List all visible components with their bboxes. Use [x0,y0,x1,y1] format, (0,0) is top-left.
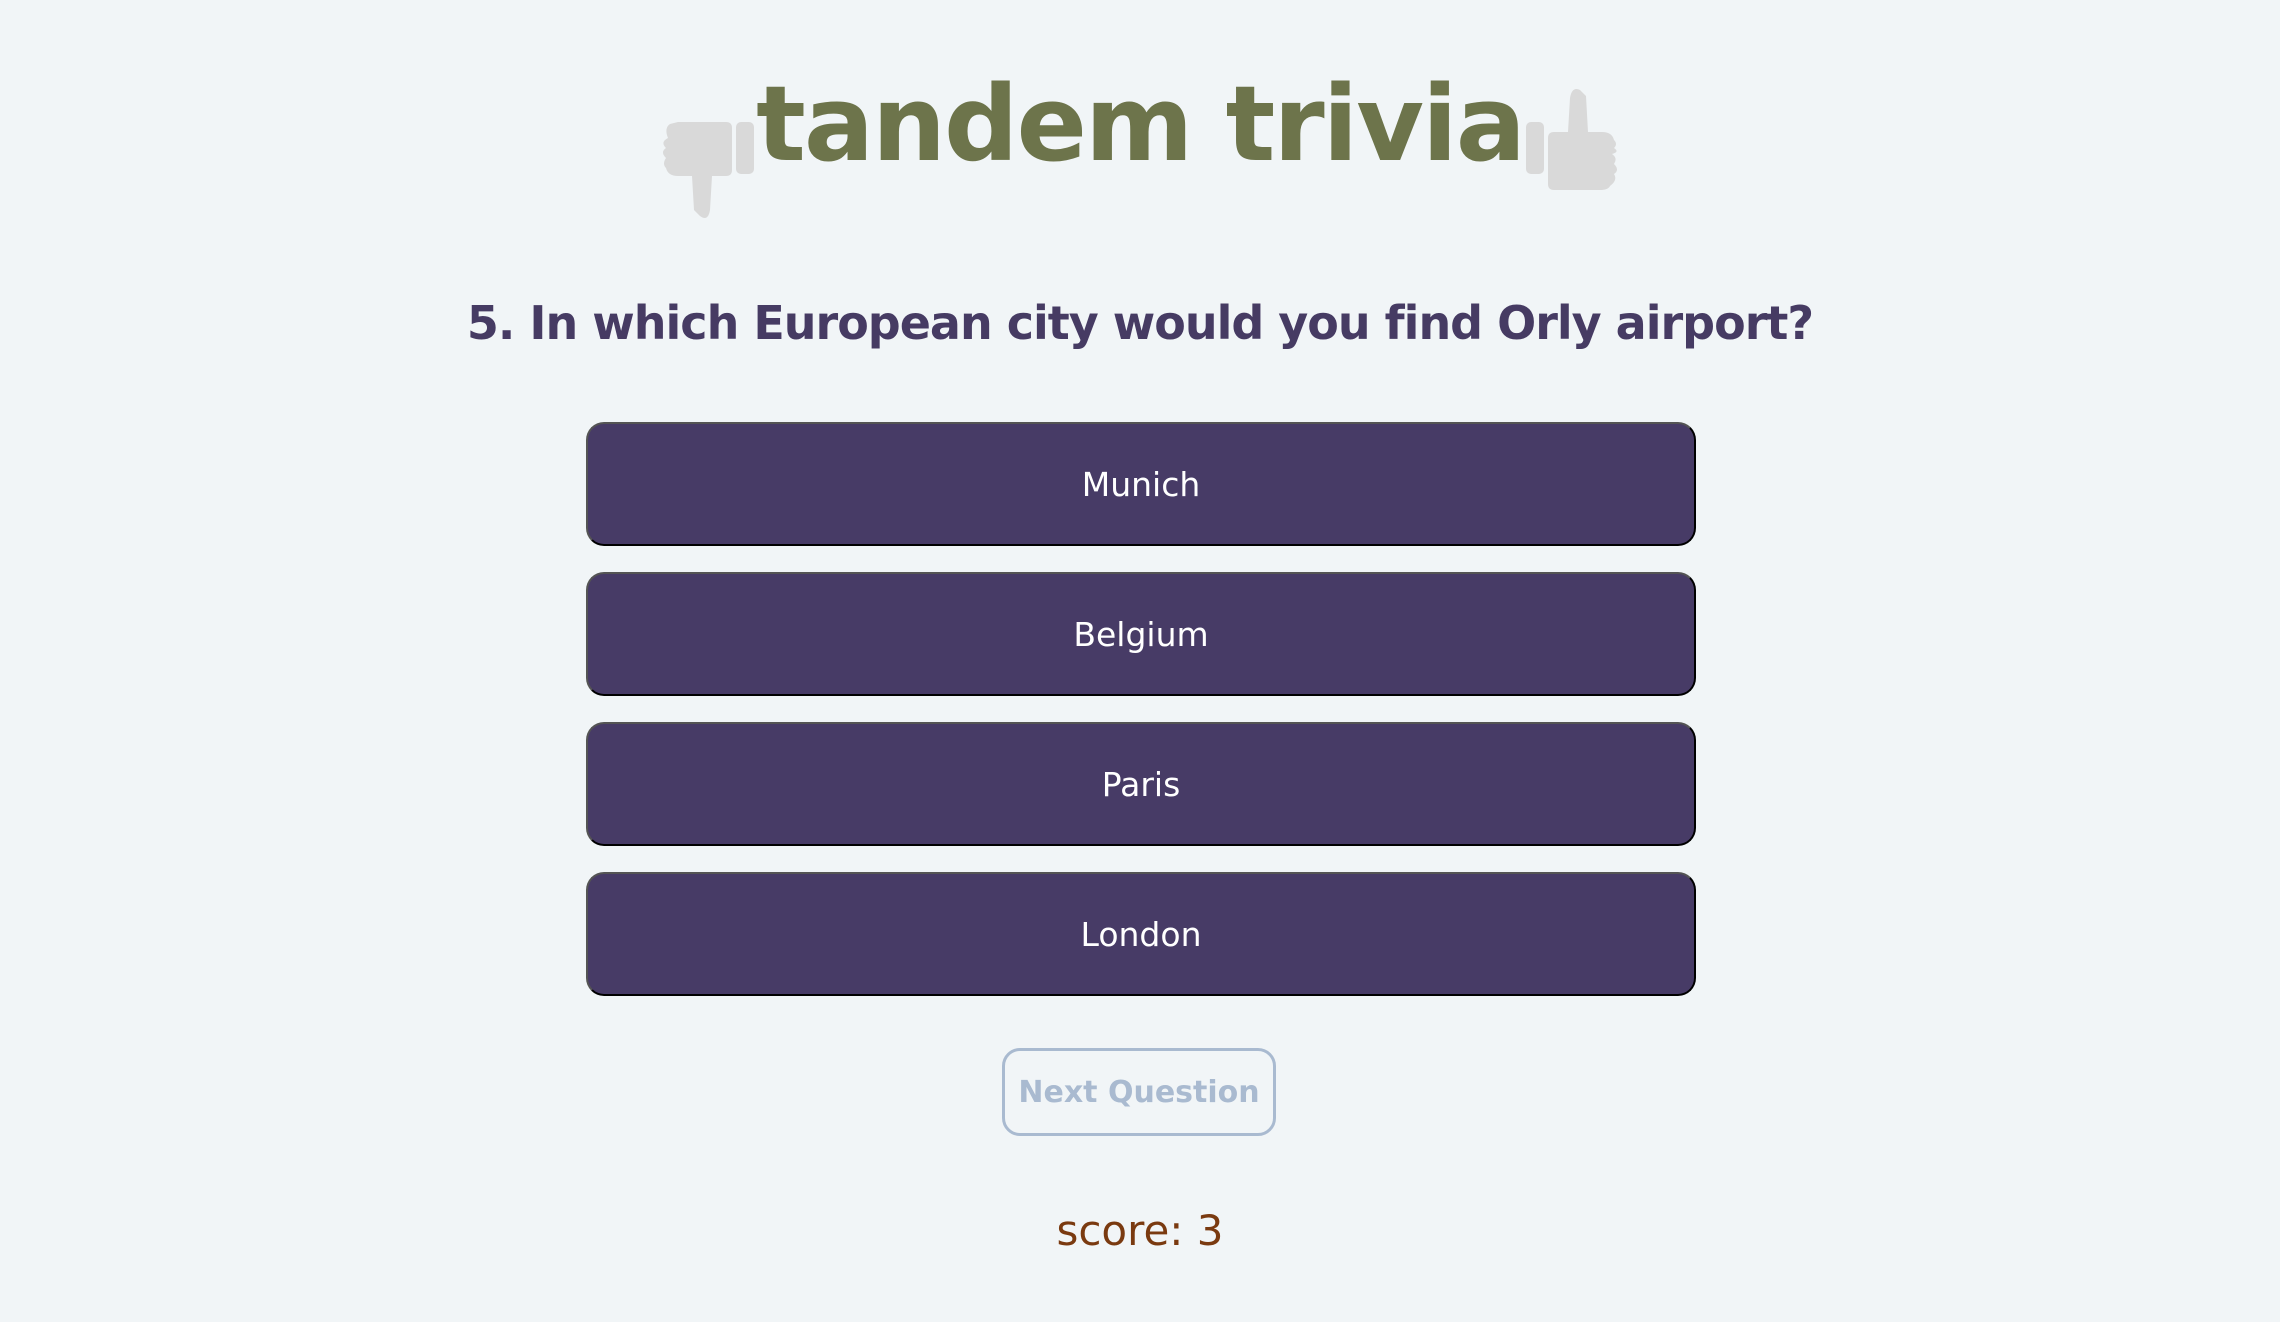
answer-list: Munich Belgium Paris London [586,422,1696,1022]
question-text: 5. In which European city would you find… [466,296,1814,350]
header: tandem trivia [0,0,2280,230]
thumbs-up-icon [1522,82,1622,222]
answer-button-1[interactable]: Munich [586,422,1696,546]
next-question-button[interactable]: Next Question [1002,1048,1276,1136]
answer-button-3[interactable]: Paris [586,722,1696,846]
answer-button-2[interactable]: Belgium [586,572,1696,696]
score-display: score: 3 [1056,1206,1224,1255]
app-title: tandem trivia [756,63,1526,185]
answer-button-4[interactable]: London [586,872,1696,996]
